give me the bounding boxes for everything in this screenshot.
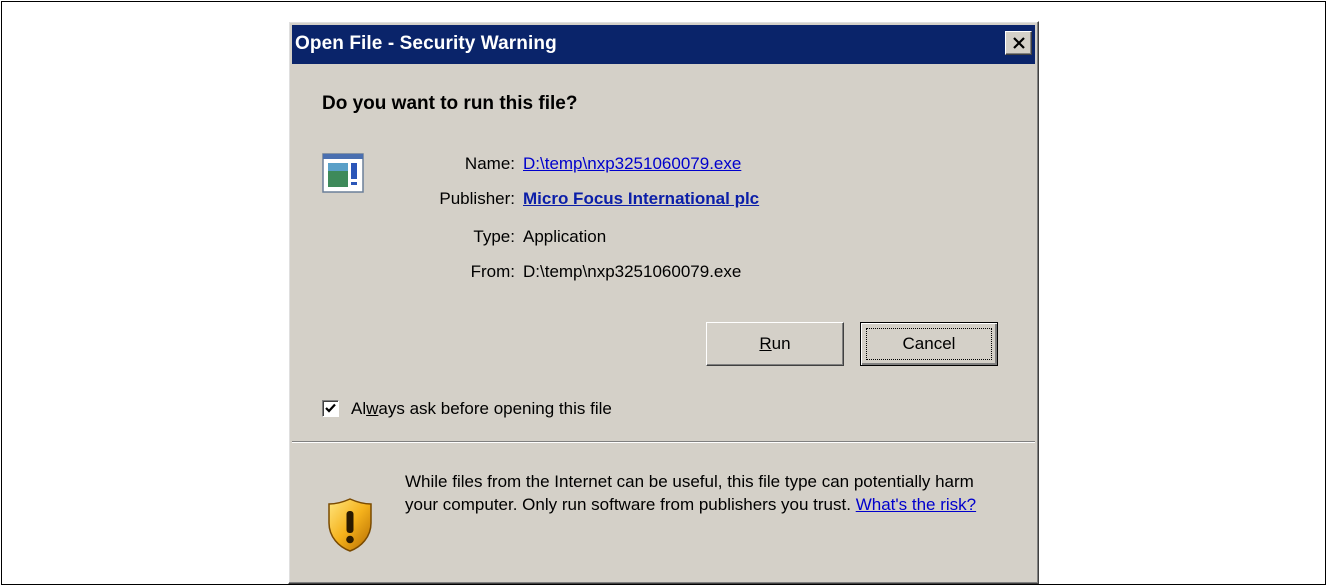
from-value: D:\temp\nxp3251060079.exe xyxy=(523,262,742,281)
name-row: Name: D:\temp\nxp3251060079.exe xyxy=(399,154,819,180)
from-row: From: D:\temp\nxp3251060079.exe xyxy=(399,262,819,288)
always-ask-label[interactable]: Always ask before opening this file xyxy=(351,399,612,419)
type-row: Type: Application xyxy=(399,227,819,253)
separator xyxy=(292,441,1035,443)
type-value: Application xyxy=(523,227,607,246)
dialog-question: Do you want to run this file? xyxy=(322,93,578,114)
name-label: Name: xyxy=(464,154,515,173)
title-bar[interactable]: Open File - Security Warning xyxy=(292,25,1035,64)
from-label: From: xyxy=(470,262,515,281)
type-label: Type: xyxy=(473,227,515,246)
security-warning-dialog: Open File - Security Warning Do you want… xyxy=(288,21,1039,584)
always-ask-checkbox[interactable] xyxy=(322,400,339,417)
warning-message: While files from the Internet can be use… xyxy=(405,470,1005,516)
security-shield-icon xyxy=(328,498,372,552)
publisher-label: Publisher: xyxy=(439,189,515,208)
name-link[interactable]: D:\temp\nxp3251060079.exe xyxy=(523,154,741,174)
cancel-button[interactable]: Cancel xyxy=(860,322,998,366)
publisher-row: Publisher: Micro Focus International plc xyxy=(399,189,819,215)
application-file-icon xyxy=(322,153,364,193)
whats-the-risk-link[interactable]: What's the risk? xyxy=(856,495,976,514)
checkmark-icon xyxy=(325,403,336,413)
focus-rectangle xyxy=(866,328,992,360)
dialog-title: Open File - Security Warning xyxy=(295,33,557,54)
publisher-link[interactable]: Micro Focus International plc xyxy=(523,189,759,209)
run-button[interactable]: Run xyxy=(706,322,844,366)
close-icon xyxy=(1012,37,1025,49)
run-button-label: Run xyxy=(759,334,791,353)
close-button[interactable] xyxy=(1005,31,1032,55)
